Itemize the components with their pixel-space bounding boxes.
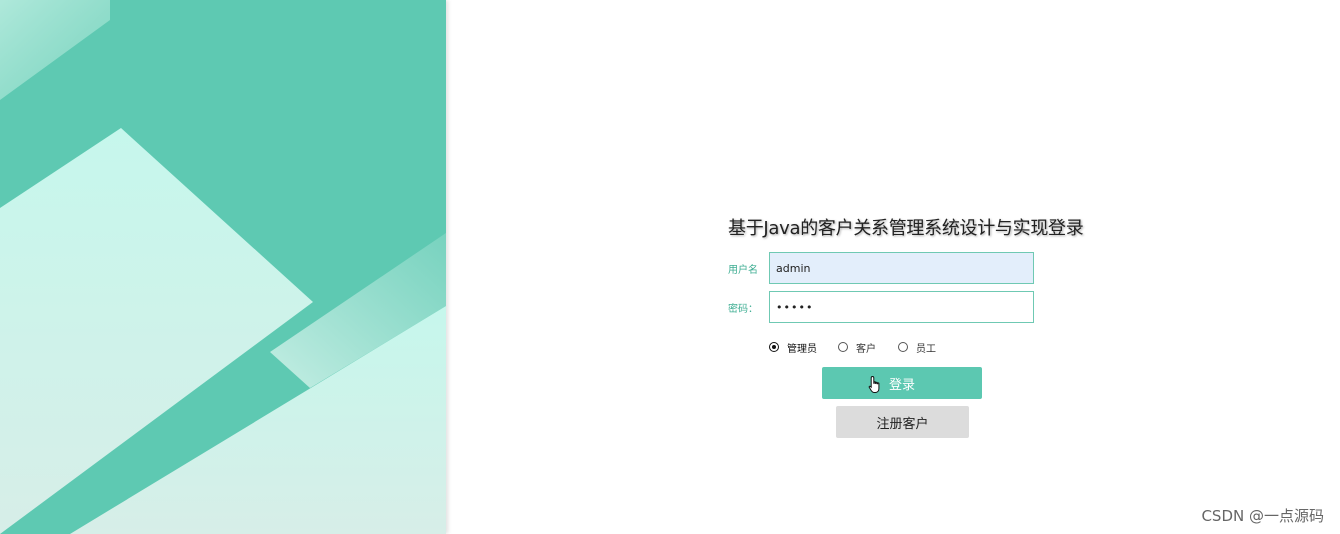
radio-unchecked-icon (838, 342, 848, 352)
watermark-text: CSDN @一点源码 (1201, 507, 1324, 525)
radio-checked-icon (769, 342, 779, 352)
role-employee-label: 员工 (916, 343, 936, 355)
hand-pointer-icon (868, 375, 880, 393)
role-customer-label: 客户 (856, 343, 876, 355)
role-admin-radio[interactable]: 管理员 (769, 339, 817, 355)
password-input[interactable] (769, 291, 1034, 323)
login-title: 基于Java的客户关系管理系统设计与实现登录 (728, 218, 1084, 239)
password-row: 密码： (728, 291, 1038, 323)
login-button[interactable]: 登录 (822, 367, 982, 399)
role-employee-radio[interactable]: 员工 (898, 339, 936, 355)
username-label: 用户名 (728, 265, 758, 276)
decorative-background-panel (0, 0, 446, 534)
username-row: 用户名 (728, 252, 1038, 284)
role-radio-group: 管理员 客户 员工 (769, 339, 1009, 355)
username-input[interactable] (769, 252, 1034, 284)
login-page: 基于Java的客户关系管理系统设计与实现登录 用户名 密码： 管理员 客户 员工… (0, 0, 1340, 534)
radio-unchecked-icon (898, 342, 908, 352)
register-customer-button[interactable]: 注册客户 (836, 406, 969, 438)
role-customer-radio[interactable]: 客户 (838, 339, 876, 355)
role-admin-label: 管理员 (787, 343, 817, 355)
password-label: 密码： (728, 304, 758, 315)
